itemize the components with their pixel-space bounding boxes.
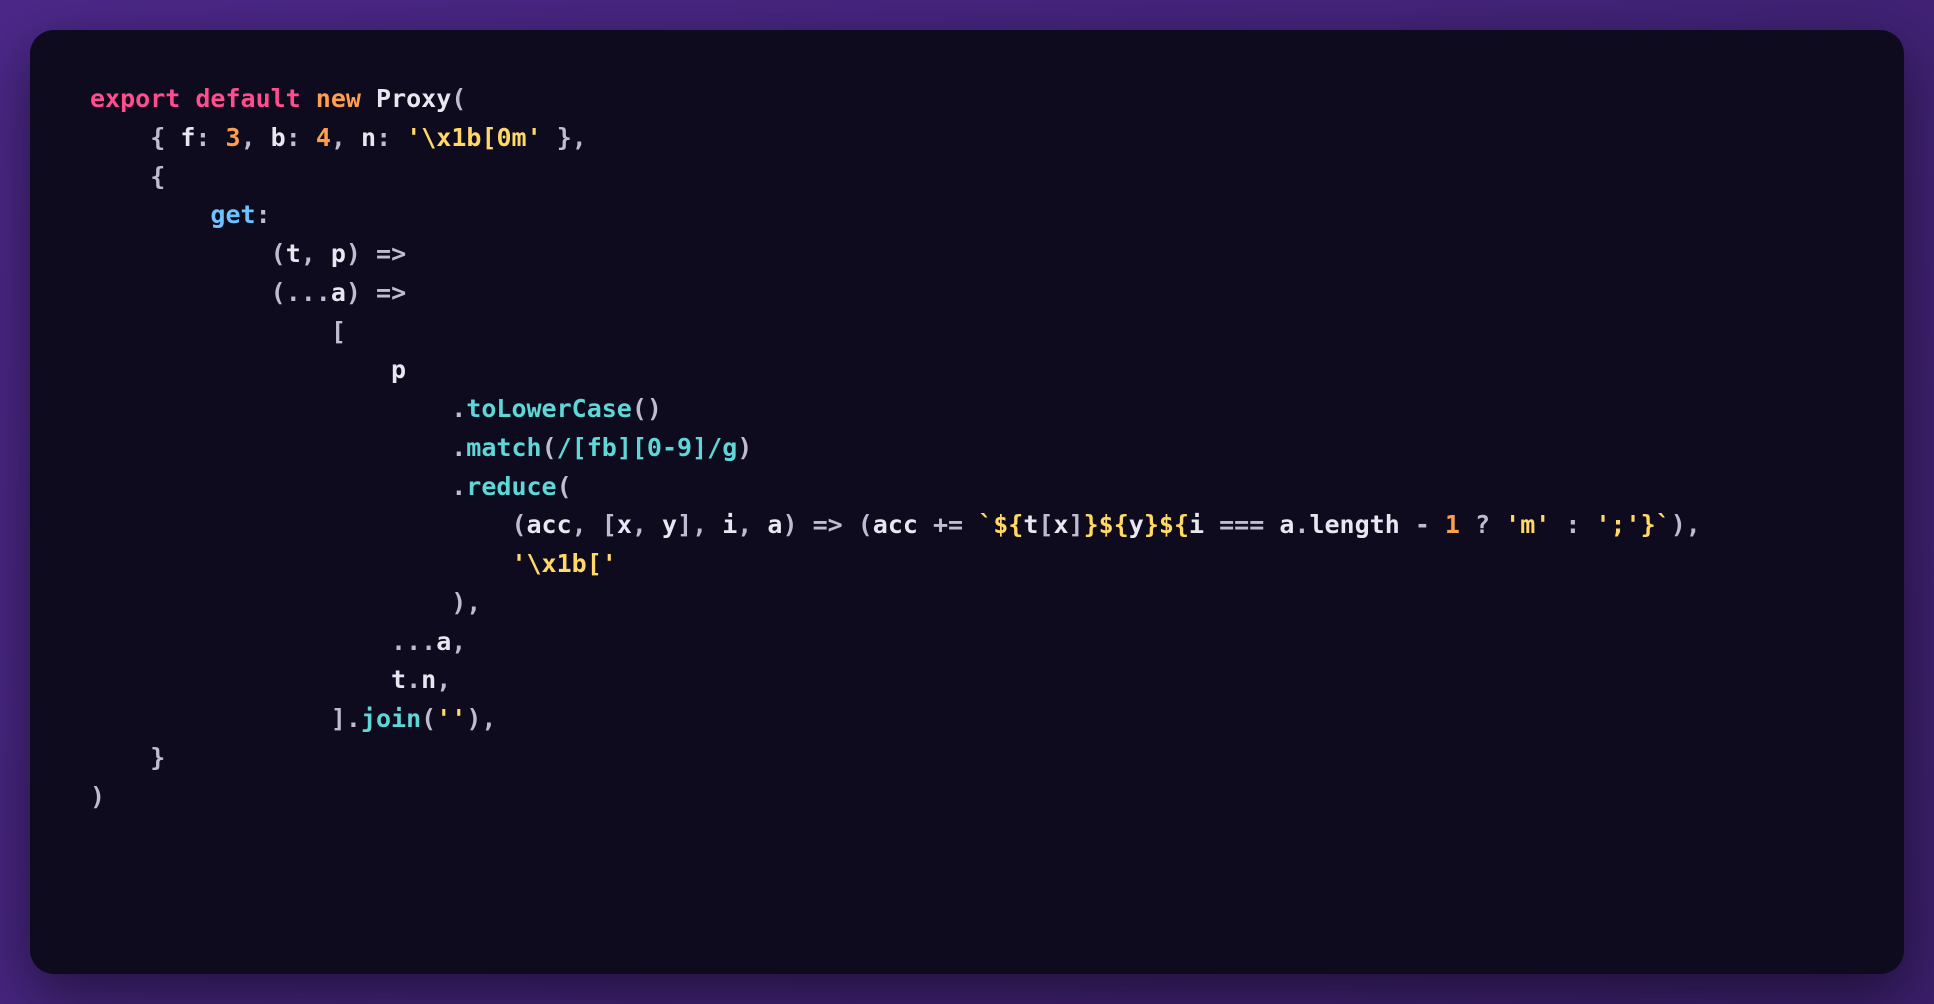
- string-literal: '\x1b[': [511, 549, 616, 578]
- param-t: t: [286, 239, 301, 268]
- spread-operator: ...: [286, 278, 331, 307]
- number-literal: 4: [316, 123, 331, 152]
- regex-literal: /[fb][0-9]/g: [557, 433, 738, 462]
- bracket-open: [: [331, 317, 346, 346]
- param-i: i: [722, 510, 737, 539]
- string-literal: '\x1b[0m': [406, 123, 541, 152]
- param-p: p: [331, 239, 346, 268]
- prop-n: n: [361, 123, 376, 152]
- code-block[interactable]: export default new Proxy( { f: 3, b: 4, …: [90, 80, 1844, 816]
- method-get: get: [210, 200, 255, 229]
- class-proxy: Proxy: [376, 84, 451, 113]
- prop-b: b: [271, 123, 286, 152]
- method-match: match: [466, 433, 541, 462]
- number-literal: 3: [226, 123, 241, 152]
- brace-open: {: [150, 123, 180, 152]
- param-y: y: [662, 510, 677, 539]
- brace-close: },: [542, 123, 587, 152]
- paren-close: ),: [451, 588, 481, 617]
- bracket-close: ].: [331, 704, 361, 733]
- template-open: `: [978, 510, 993, 539]
- spread-operator: ...: [391, 627, 436, 656]
- paren-open: (: [451, 84, 466, 113]
- arrow-fn: =>: [376, 278, 406, 307]
- code-editor-window: export default new Proxy( { f: 3, b: 4, …: [30, 30, 1904, 974]
- method-join: join: [361, 704, 421, 733]
- identifier-p: p: [391, 355, 406, 384]
- arrow-fn: =>: [376, 239, 406, 268]
- paren-close: ): [90, 782, 105, 811]
- param-a: a: [331, 278, 346, 307]
- param-acc: acc: [527, 510, 572, 539]
- assign-plus: +=: [918, 510, 978, 539]
- template-close: `: [1656, 510, 1671, 539]
- brace-open: {: [150, 162, 165, 191]
- keyword-default: default: [195, 84, 300, 113]
- method-tolowercase: toLowerCase: [466, 394, 632, 423]
- string-literal: '': [436, 704, 466, 733]
- param-x: x: [617, 510, 632, 539]
- brace-close: }: [150, 743, 165, 772]
- keyword-new: new: [316, 84, 361, 113]
- prop-f: f: [180, 123, 195, 152]
- method-reduce: reduce: [466, 472, 556, 501]
- keyword-export: export: [90, 84, 180, 113]
- param-a2: a: [767, 510, 782, 539]
